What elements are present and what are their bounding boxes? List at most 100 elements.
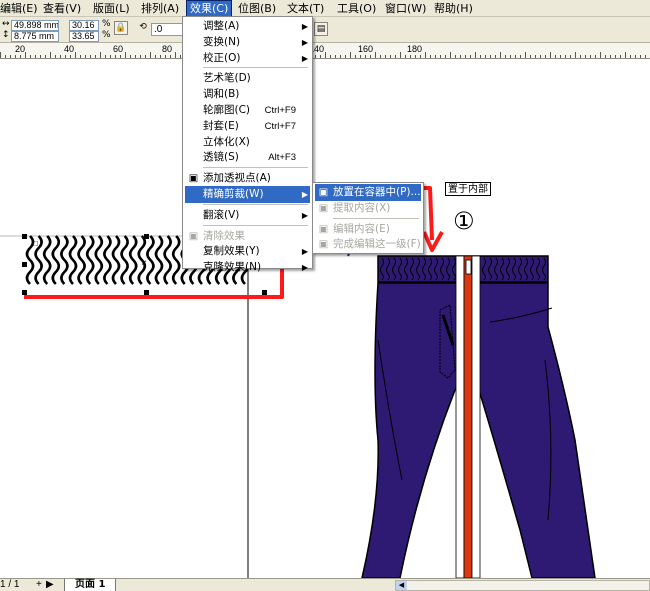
menu-entry-14[interactable]: 翻滚(V) ▶ [185,207,310,224]
page-tab[interactable]: 页面 1 [64,579,116,591]
rib-wave [103,235,112,285]
menu-item-9[interactable]: 帮助(H) [434,1,473,16]
selection-handle [22,234,27,239]
menu-item-0[interactable]: 编辑(E) [0,1,38,16]
scale-x-field[interactable]: 30.16 [69,20,99,31]
rib-wave [60,235,69,285]
ruler-tick [120,55,121,58]
menu-entry-17[interactable]: 复制效果(Y) ▶ [185,243,310,260]
ruler-tick [560,55,561,58]
submenu-arrow-icon: ▶ [301,263,308,273]
rotation-field[interactable]: .0 [151,23,183,36]
menu-item-2[interactable]: 版面(L) [93,1,130,16]
drawing-canvas[interactable]: □ × [0,60,650,578]
menu-item-3[interactable]: 排列(A) [141,1,179,16]
ruler-tick [50,52,51,58]
menu-entry-11[interactable]: ▣ 添加透视点(A) [185,170,310,187]
menu-entry-label: 完成编辑这一级(F) [333,238,421,251]
ruler-tick [10,55,11,58]
rib-wave [51,235,61,285]
menu-item-7[interactable]: 工具(O) [337,1,376,16]
menu-entry-label: 放置在容器中(P)... [333,186,421,198]
menu-entry-1[interactable]: ▣ 提取内容(X) [315,200,421,217]
ruler-label: 40 [64,44,75,54]
ruler-tick [510,55,511,58]
menu-entry-4[interactable]: ▣ 完成编辑这一级(F) [315,236,421,253]
submenu-arrow-icon: ▶ [301,247,308,257]
menu-item-6[interactable]: 文本(T) [287,1,324,16]
rib-wave [146,235,155,285]
horizontal-scrollbar[interactable]: ◀ [395,580,650,591]
ruler-tick [25,52,26,58]
height-arrow-icon: ↕ [2,30,10,40]
menu-item-5[interactable]: 位图(B) [238,1,276,16]
ruler-tick [405,55,406,58]
object-width-field[interactable]: 49.898 mm [11,20,59,31]
selection-corner-mark: □ [33,239,38,248]
ruler-tick [390,55,391,58]
ruler-tick [550,52,551,58]
percent-y-label: % [102,30,111,40]
menu-item-1[interactable]: 查看(V) [43,1,81,16]
ruler-tick [490,55,491,58]
toolbar-icon-right[interactable]: ▤ [314,22,328,36]
menu-entry-18[interactable]: 克隆效果(N) ▶ [185,259,310,276]
selection-handle [144,290,149,295]
ruler-tick [465,55,466,58]
menu-entry-12[interactable]: 精确剪裁(W) ▶ [185,186,310,203]
selection-handle [22,262,27,267]
menu-entry-0[interactable]: 调整(A) ▶ [185,18,310,35]
ruler-tick [165,55,166,58]
scroll-left-icon[interactable]: ◀ [396,581,407,590]
menu-entry-8[interactable]: 立体化(X) [185,134,310,151]
ruler-tick [530,55,531,58]
menu-entry-label: 立体化(X) [203,135,250,148]
menu-entry-4[interactable]: 艺术笔(D) [185,70,310,87]
selection-handle [144,234,149,239]
ruler-tick [330,55,331,58]
canvas-artwork: □ × [0,60,596,578]
ruler-tick [170,55,171,58]
rib-wave [77,235,86,285]
ruler-tick [100,52,101,58]
ruler-tick [125,52,126,58]
object-height-field[interactable]: 8.775 mm [11,31,59,42]
next-page-icon[interactable]: ▶ [46,579,54,591]
selection-handle [262,290,267,295]
menu-entry-2[interactable]: 校正(O) ▶ [185,50,310,67]
lock-icon: 🔒 [115,23,127,33]
ruler-label: 80 [162,44,173,54]
menu-entry-9[interactable]: 透镜(S) Alt+F3 [185,149,310,166]
ruler-label: 20 [15,44,26,54]
add-page-button[interactable]: + [36,579,42,591]
lock-ratio-button[interactable]: 🔒 [114,21,128,35]
ruler-tick [625,52,626,58]
tooltip-tail-text: 置于内部 [445,182,491,196]
menu-entry-1[interactable]: 变换(N) ▶ [185,34,310,51]
powerclip-submenu: ▣ 放置在容器中(P)... ▣ 提取内容(X) ▣ 编辑内容(E) ▣ 完成编辑这一级(F) [312,182,424,254]
ruler-tick [535,55,536,58]
menu-separator [203,67,308,69]
ruler-tick [325,52,326,58]
menu-entry-label: 编辑内容(E) [333,222,390,235]
ruler-tick [600,52,601,58]
submenu-arrow-icon: ▶ [301,53,308,63]
scale-y-field[interactable]: 33.65 [69,31,99,42]
menu-entry-0[interactable]: ▣ 放置在容器中(P)... [315,184,421,201]
menu-item-8[interactable]: 窗口(W) [385,1,426,16]
clear-effect-icon: ▣ [188,230,199,242]
submenu-arrow-icon: ▶ [301,190,308,199]
menu-item-4[interactable]: 效果(C) [186,0,233,17]
pants-illustration [361,255,596,578]
menu-entry-3[interactable]: ▣ 编辑内容(E) [315,221,421,238]
menu-entry-label: 复制效果(Y) [203,245,260,258]
ruler-tick [440,55,441,58]
menu-entry-16[interactable]: ▣ 清除效果 [185,228,310,245]
selection-center-mark: × [141,258,147,269]
ruler-tick [630,55,631,58]
ruler-tick [60,55,61,58]
ruler-tick [140,55,141,58]
menu-entry-7[interactable]: 封套(E) Ctrl+F7 [185,118,310,135]
menu-entry-6[interactable]: 轮廓图(C) Ctrl+F9 [185,102,310,119]
menu-entry-5[interactable]: 调和(B) [185,86,310,103]
